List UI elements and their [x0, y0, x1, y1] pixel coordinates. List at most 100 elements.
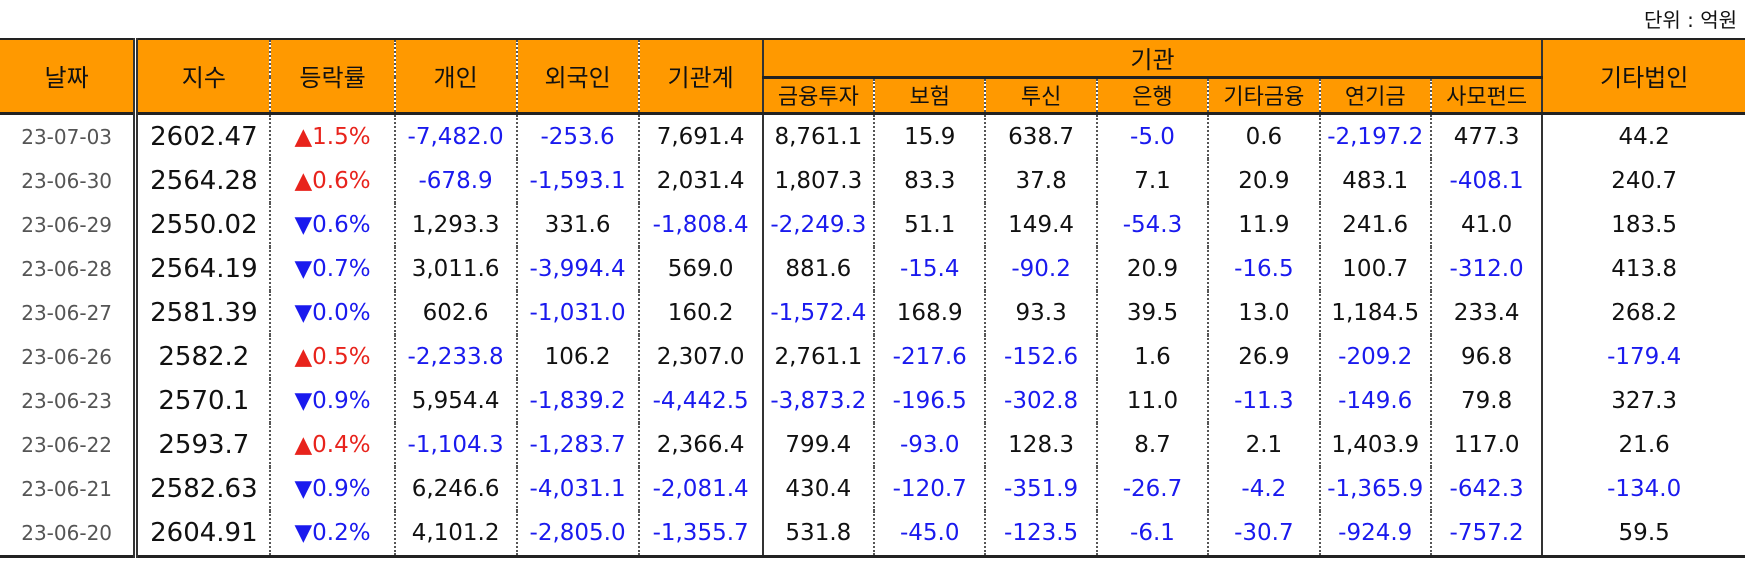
change-value: 0.5%	[312, 343, 371, 370]
header-index: 지수	[135, 38, 272, 115]
cell-date: 23-06-26	[0, 334, 139, 379]
cell-insurance: -93.0	[873, 422, 986, 467]
cell-change: ▲1.5%	[270, 113, 396, 159]
cell-financial-investment: 2,761.1	[761, 334, 875, 379]
cell-financial-investment: 1,807.3	[761, 158, 875, 203]
cell-bank: 39.5	[1095, 290, 1209, 335]
cell-inst-total: -2,081.4	[652, 475, 749, 502]
cell-financial-investment: 8,761.1	[761, 113, 875, 159]
cell-pension: -1,365.9	[1318, 466, 1431, 511]
cell-index: 2570.1	[135, 378, 272, 423]
cell-trust: -302.8	[984, 378, 1097, 423]
cell-inst-total: -4,442.5	[652, 387, 749, 414]
header-sub-trust: 투신	[984, 76, 1097, 115]
cell-bank: 8.7	[1095, 422, 1209, 467]
triangle-down-icon: ▼	[294, 475, 313, 502]
cell-inst-total: 2,366.4	[656, 431, 745, 458]
cell-index: 2604.91	[135, 510, 272, 558]
table-row: 23-06-29 2550.02 ▼0.6% 1,293.3 331.6 -1,808.4…	[0, 202, 1745, 247]
cell-bank: -6.1	[1095, 510, 1209, 558]
table-row: 23-06-30 2564.28 ▲0.6% -678.9 -1,593.1 2,031.…	[0, 158, 1745, 203]
cell-inst-total: 160.2	[667, 299, 734, 326]
table-row: 23-06-21 2582.63 ▼0.9% 6,246.6 -4,031.1 -2,08…	[0, 466, 1745, 511]
change-value: 0.2%	[312, 519, 371, 546]
triangle-down-icon: ▼	[294, 255, 313, 282]
cell-other-finance: -11.3	[1207, 378, 1320, 423]
triangle-up-icon: ▲	[294, 343, 313, 370]
cell-change: ▲0.4%	[270, 422, 396, 467]
cell-financial-investment: 531.8	[761, 510, 875, 558]
cell-other-finance: 11.9	[1207, 202, 1320, 247]
cell-insurance: 83.3	[873, 158, 986, 203]
triangle-up-icon: ▲	[294, 123, 313, 150]
table-row: 23-07-03 2602.47 ▲1.5% -7,482.0 -253.6 7,691.…	[0, 113, 1745, 159]
table-row: 23-06-28 2564.19 ▼0.7% 3,011.6 -3,994.4 569.0…	[0, 246, 1745, 291]
cell-other-corp: 413.8	[1541, 246, 1745, 291]
cell-private-fund: 117.0	[1429, 422, 1543, 467]
cell-other-finance: 0.6	[1207, 113, 1320, 159]
cell-foreign: -3,994.4	[516, 246, 640, 291]
cell-date: 23-06-20	[0, 510, 139, 558]
cell-pension: 1,403.9	[1318, 422, 1431, 467]
cell-insurance: 168.9	[873, 290, 986, 335]
cell-foreign: -1,283.7	[516, 422, 640, 467]
cell-change: ▼0.0%	[270, 290, 396, 335]
triangle-down-icon: ▼	[294, 387, 313, 414]
cell-other-finance: -30.7	[1207, 510, 1320, 558]
cell-other-corp: 183.5	[1541, 202, 1745, 247]
cell-trust: 149.4	[984, 202, 1097, 247]
header-change: 등락률	[270, 38, 396, 115]
cell-inst-total: -1,355.7	[638, 510, 763, 558]
header-institution: 기관	[761, 38, 1543, 79]
cell-other-finance: -4.2	[1207, 466, 1320, 511]
cell-foreign: -1,031.0	[516, 290, 640, 335]
change-value: 1.5%	[312, 123, 371, 150]
cell-financial-investment: 881.6	[761, 246, 875, 291]
cell-other-corp: 59.5	[1541, 510, 1745, 558]
investor-trading-table: 날짜 지수 등락률 개인 외국인 기관계 기관 기타법인 금융투자 보험 투신 …	[0, 38, 1745, 558]
change-value: 0.0%	[312, 299, 371, 326]
cell-bank: 7.1	[1095, 158, 1209, 203]
cell-index: 2582.63	[135, 466, 272, 511]
cell-financial-investment: 799.4	[761, 422, 875, 467]
cell-trust: 37.8	[984, 158, 1097, 203]
cell-insurance: -217.6	[873, 334, 986, 379]
cell-private-fund: -757.2	[1429, 510, 1543, 558]
cell-index: 2602.47	[135, 113, 272, 159]
cell-insurance: 51.1	[873, 202, 986, 247]
cell-private-fund: 41.0	[1429, 202, 1543, 247]
header-sub-other-finance: 기타금융	[1207, 76, 1320, 115]
cell-foreign: -1,839.2	[516, 378, 640, 423]
cell-bank: 20.9	[1095, 246, 1209, 291]
cell-pension: -924.9	[1318, 510, 1431, 558]
cell-index: 2564.19	[135, 246, 272, 291]
table-row: 23-06-20 2604.91 ▼0.2% 4,101.2 -2,805.0 -1,35…	[0, 510, 1745, 558]
cell-change: ▼0.9%	[270, 466, 396, 511]
change-value: 0.9%	[312, 387, 371, 414]
header-inst-total: 기관계	[638, 38, 763, 115]
cell-other-corp: -134.0	[1541, 466, 1745, 511]
cell-date: 23-06-30	[0, 158, 139, 203]
cell-change: ▼0.2%	[270, 510, 396, 558]
cell-date: 23-06-29	[0, 202, 139, 247]
unit-label: 단위 : 억원	[1643, 8, 1737, 32]
cell-insurance: -196.5	[873, 378, 986, 423]
header-sub-private-fund: 사모펀드	[1429, 76, 1543, 115]
cell-index: 2582.2	[135, 334, 272, 379]
table-row: 23-06-22 2593.7 ▲0.4% -1,104.3 -1,283.7 2,366…	[0, 422, 1745, 467]
cell-trust: -123.5	[984, 510, 1097, 558]
cell-change: ▼0.9%	[270, 378, 396, 423]
cell-insurance: -45.0	[873, 510, 986, 558]
cell-date: 23-06-21	[0, 466, 139, 511]
cell-date: 23-06-23	[0, 378, 139, 423]
cell-bank: -5.0	[1095, 113, 1209, 159]
cell-other-corp: 44.2	[1541, 113, 1745, 159]
cell-index: 2593.7	[135, 422, 272, 467]
header-foreign: 외국인	[516, 38, 640, 115]
cell-financial-investment: 430.4	[761, 466, 875, 511]
header-sub-financial-investment: 금융투자	[761, 76, 875, 115]
cell-pension: 241.6	[1318, 202, 1431, 247]
header-sub-pension: 연기금	[1318, 76, 1431, 115]
cell-other-corp: 268.2	[1541, 290, 1745, 335]
table-row: 23-06-23 2570.1 ▼0.9% 5,954.4 -1,839.2 -4,442…	[0, 378, 1745, 423]
